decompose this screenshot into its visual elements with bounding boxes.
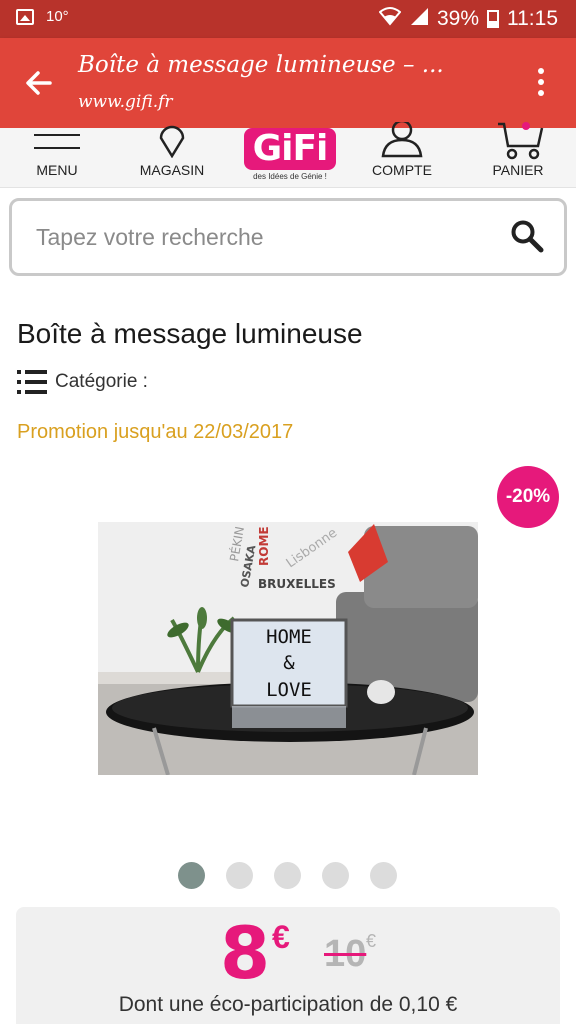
carousel-dot-1[interactable] <box>178 862 205 889</box>
product-category: Catégorie : <box>17 370 148 394</box>
carousel-dot-3[interactable] <box>274 862 301 889</box>
lightbox-line-2: & <box>283 652 295 674</box>
poster-word-bruxelles: BRUXELLES <box>258 577 336 591</box>
old-price-currency: € <box>366 931 377 951</box>
nav-cart-label: PANIER <box>492 162 544 178</box>
more-options-icon[interactable] <box>538 68 546 98</box>
page-title: Boîte à message lumineuse – ... <box>78 52 444 78</box>
hamburger-icon <box>34 134 80 160</box>
search-input[interactable] <box>36 219 486 255</box>
category-label: Catégorie : <box>55 371 148 392</box>
carousel-dot-2[interactable] <box>226 862 253 889</box>
logo-text: GiFi <box>244 128 336 170</box>
logo-tagline: des Idées de Génie ! <box>253 172 327 181</box>
search-icon[interactable] <box>510 219 544 253</box>
poster-word-rome: ROME <box>257 526 271 566</box>
product-title: Boîte à message lumineuse <box>17 318 363 349</box>
page-url[interactable]: www.gifi.fr <box>78 92 173 112</box>
price-box: 8 € 10 € Dont une éco-participation de 0… <box>16 907 560 1024</box>
promotion-text: Promotion jusqu'au 22/03/2017 <box>17 421 294 443</box>
image-notification-icon <box>16 8 34 25</box>
old-price: 10 <box>324 933 367 975</box>
image-carousel-dots <box>178 862 398 890</box>
status-bar: 10° 39% 11:15 <box>0 0 576 38</box>
carousel-dot-4[interactable] <box>322 862 349 889</box>
site-nav: MENU MAGASIN GiFi des Idées de Génie ! C… <box>0 122 576 188</box>
nav-menu-button[interactable]: MENU <box>22 128 92 188</box>
current-price-currency: € <box>272 919 290 955</box>
eco-participation: Dont une éco-participation de 0,10 € <box>118 993 458 1016</box>
nav-cart-button[interactable]: PANIER <box>478 122 558 188</box>
nav-account-label: COMPTE <box>372 162 432 178</box>
map-pin-icon <box>159 125 185 158</box>
nav-account-button[interactable]: COMPTE <box>362 122 442 188</box>
product-image[interactable]: PÉKIN OSAKA ROME Lisbonne BRUXELLES HOME… <box>98 522 478 775</box>
carousel-dot-5[interactable] <box>370 862 397 889</box>
lightbox-line-1: HOME <box>266 626 312 648</box>
discount-badge: -20% <box>497 466 559 528</box>
signal-icon <box>409 6 429 32</box>
battery-icon <box>487 10 499 28</box>
gifi-logo[interactable]: GiFi des Idées de Génie ! <box>240 128 340 188</box>
nav-store-label: MAGASIN <box>139 162 205 178</box>
nav-menu-label: MENU <box>36 162 78 178</box>
list-icon <box>17 370 47 394</box>
lightbox-line-3: LOVE <box>266 679 312 701</box>
temperature: 10° <box>46 8 69 25</box>
battery-percent: 39% <box>436 7 479 30</box>
search-box <box>9 198 567 276</box>
cart-icon <box>498 122 544 160</box>
wifi-icon <box>378 6 402 32</box>
back-arrow-icon[interactable] <box>22 66 56 100</box>
current-price: 8 <box>220 911 271 995</box>
clock: 11:15 <box>507 7 558 30</box>
nav-store-button[interactable]: MAGASIN <box>132 125 212 188</box>
user-icon <box>381 122 423 158</box>
browser-app-bar: Boîte à message lumineuse – ... www.gifi… <box>0 38 576 128</box>
